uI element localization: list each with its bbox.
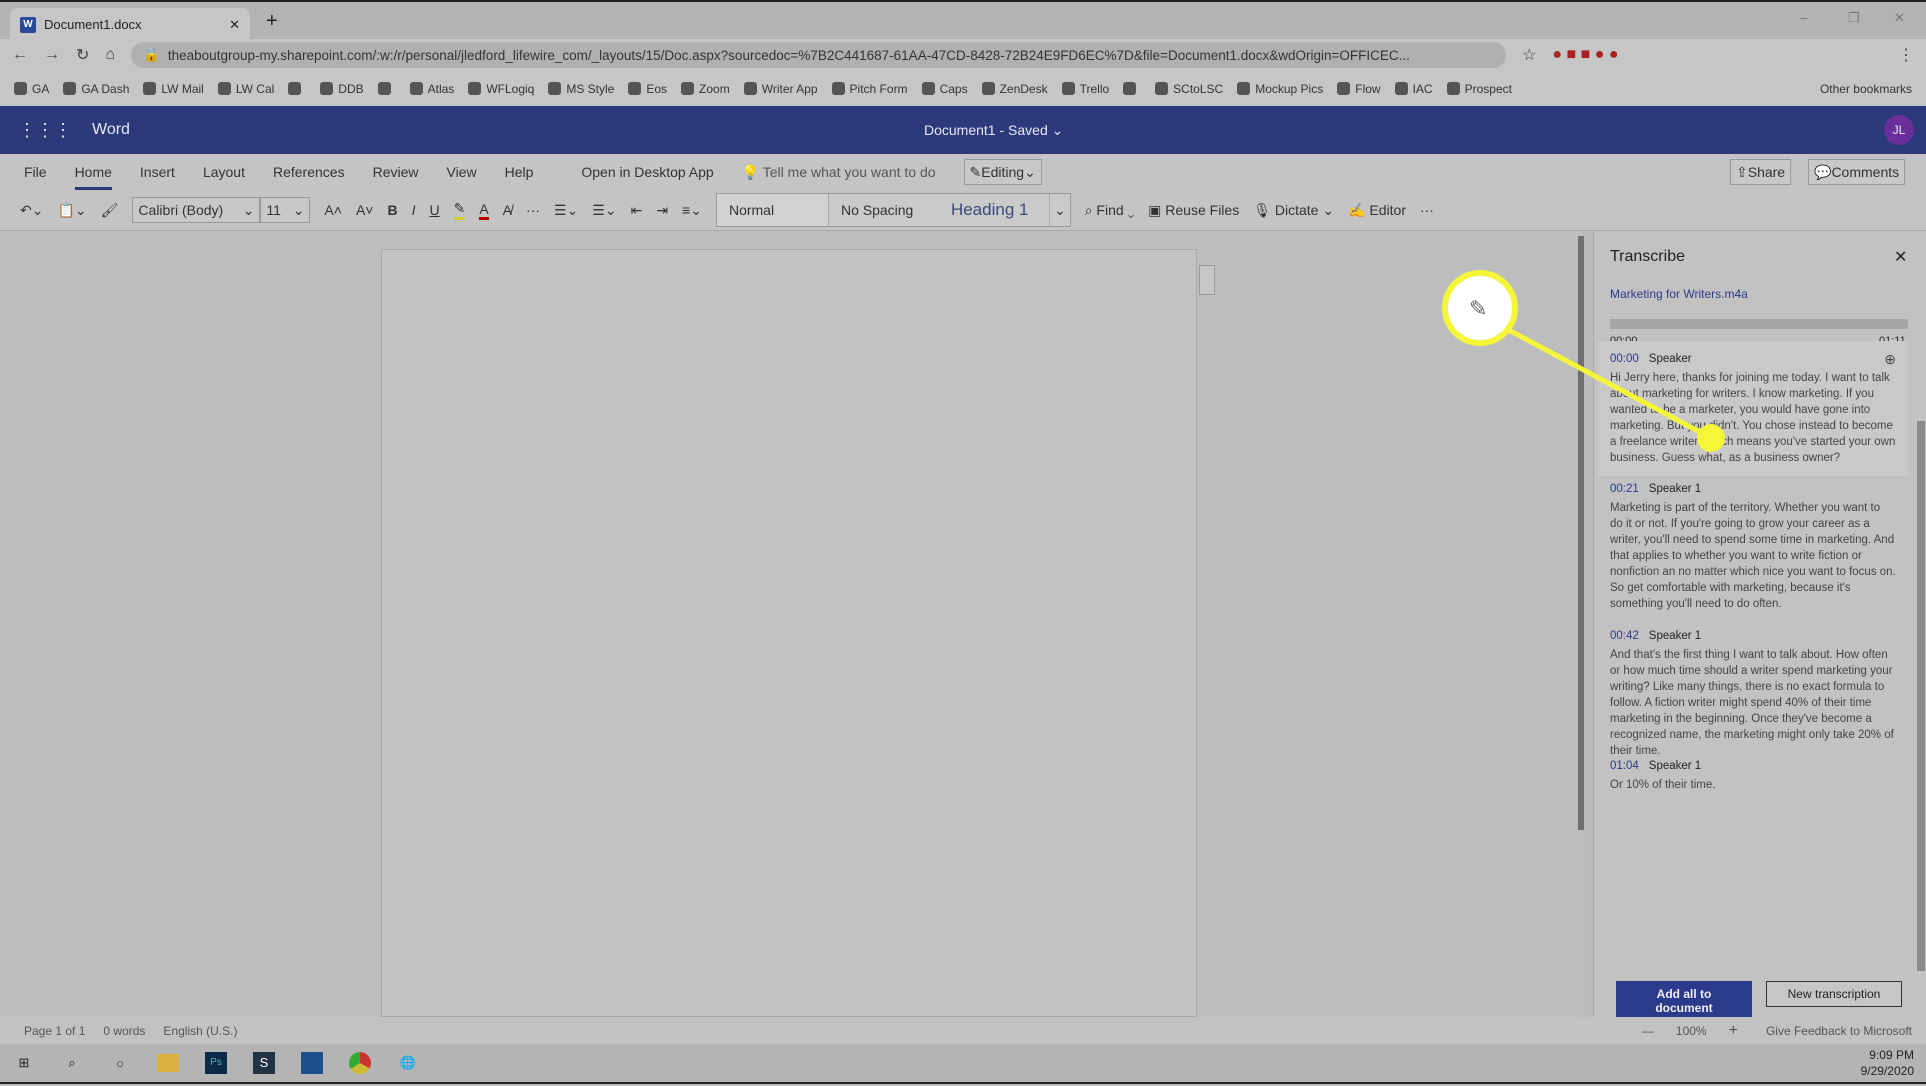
- taskbar: ⊞ ⌕ ○ Ps S 🌐 9:09 PM 9/29/2020: [0, 1044, 1926, 1084]
- callout-annotation: ✎: [1442, 270, 1725, 452]
- globe-icon[interactable]: 🌐: [384, 1043, 432, 1083]
- word-count: 0 words: [103, 1023, 146, 1038]
- clock-time[interactable]: 9:09 PM: [1861, 1047, 1914, 1063]
- callout-dot: [1697, 424, 1725, 452]
- photoshop-icon[interactable]: Ps: [192, 1043, 240, 1083]
- language[interactable]: English (U.S.): [163, 1024, 237, 1038]
- snagit-icon[interactable]: S: [240, 1043, 288, 1083]
- page-count: Page 1 of 1: [24, 1023, 86, 1038]
- chrome-icon[interactable]: [336, 1043, 384, 1083]
- windows-start-icon[interactable]: ⊞: [0, 1043, 48, 1083]
- search-icon[interactable]: ⌕: [48, 1043, 96, 1083]
- clock-date[interactable]: 9/29/2020: [1861, 1063, 1914, 1079]
- file-explorer-icon[interactable]: [144, 1043, 192, 1083]
- zoom-level: 100%: [1675, 1023, 1707, 1038]
- zoom-in-icon[interactable]: +: [1729, 1022, 1738, 1040]
- status-bar: Page 1 of 1 0 words English (U.S.) — 100…: [0, 1017, 1926, 1044]
- cortana-icon[interactable]: ○: [96, 1043, 144, 1083]
- callout-line: [1503, 325, 1713, 441]
- feedback-link[interactable]: Give Feedback to Microsoft: [1766, 1024, 1912, 1038]
- edit-pencil-icon: ✎: [1469, 296, 1487, 321]
- zoom-out-icon[interactable]: —: [1642, 1024, 1654, 1038]
- app-icon[interactable]: [288, 1043, 336, 1083]
